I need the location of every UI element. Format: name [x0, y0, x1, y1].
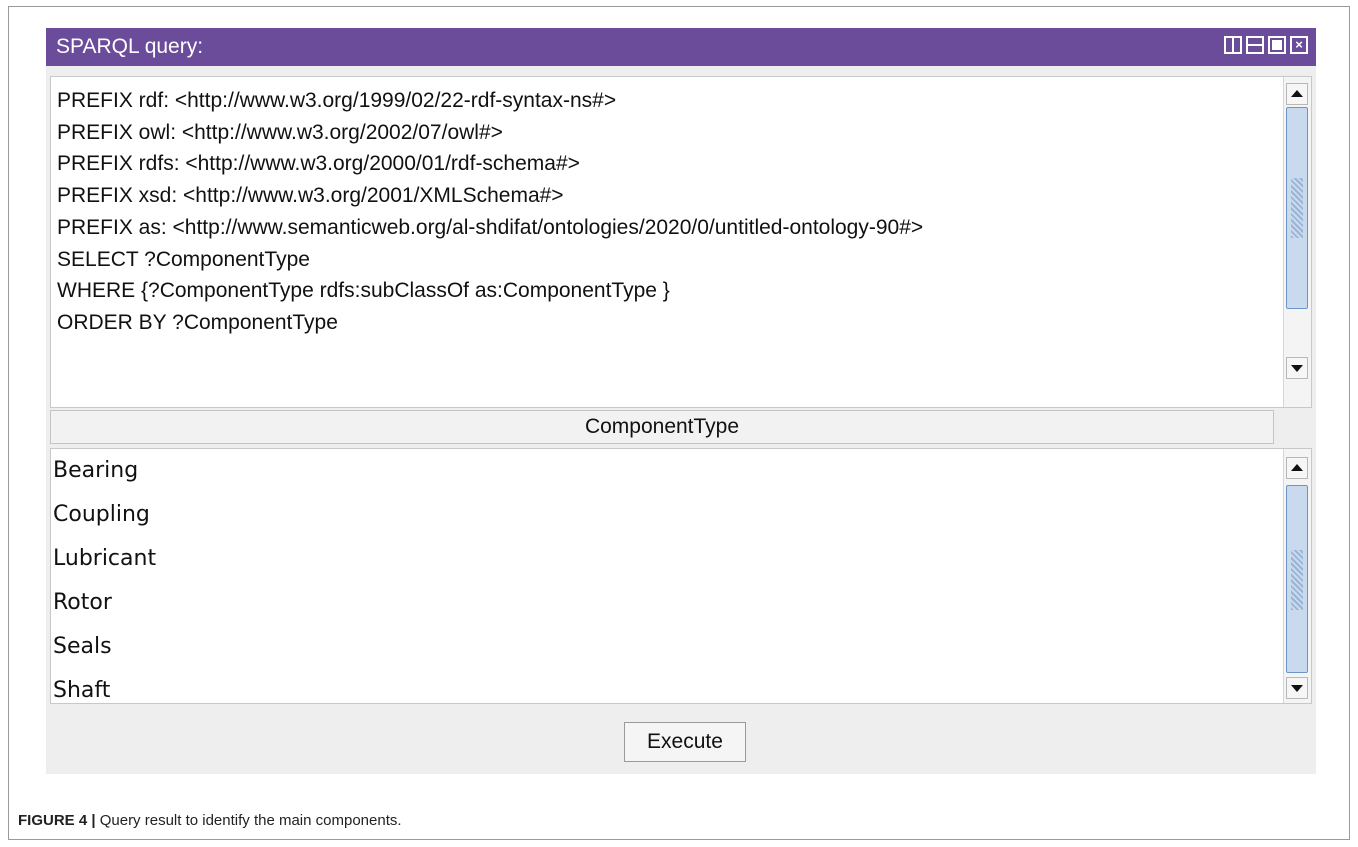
query-line: PREFIX rdfs: <http://www.w3.org/2000/01/… — [57, 152, 580, 176]
scroll-down-arrow-icon[interactable] — [1286, 677, 1308, 699]
scroll-up-arrow-icon[interactable] — [1286, 83, 1308, 105]
results-scrollbar[interactable] — [1283, 449, 1311, 703]
query-line: PREFIX owl: <http://www.w3.org/2002/07/o… — [57, 120, 503, 144]
maximize-icon[interactable] — [1268, 36, 1286, 54]
results-header: ComponentType — [50, 410, 1312, 446]
query-line: WHERE {?ComponentType rdfs:subClassOf as… — [57, 279, 670, 303]
query-editor[interactable]: PREFIX rdf: <http://www.w3.org/1999/02/2… — [50, 76, 1312, 408]
scroll-down-arrow-icon[interactable] — [1286, 357, 1308, 379]
column-header-componenttype[interactable]: ComponentType — [50, 410, 1274, 444]
close-icon[interactable]: × — [1290, 36, 1308, 54]
action-bar: Execute — [46, 706, 1316, 774]
caption-label: FIGURE 4 | — [18, 812, 96, 829]
query-line: PREFIX xsd: <http://www.w3.org/2001/XMLS… — [57, 184, 564, 208]
scroll-grip-icon — [1291, 178, 1303, 238]
sparql-query-panel: SPARQL query: × PREFIX rdf: <http://www.… — [46, 28, 1316, 774]
query-line: PREFIX rdf: <http://www.w3.org/1999/02/2… — [57, 89, 617, 112]
results-table: Bearing Coupling Lubricant Rotor Seals Shaft — [50, 448, 1312, 704]
query-scroll-thumb[interactable] — [1286, 107, 1308, 309]
scroll-up-arrow-icon[interactable] — [1286, 457, 1308, 479]
execute-button[interactable]: Execute — [624, 722, 746, 762]
figure-caption: FIGURE 4 | Query result to identify the … — [18, 812, 402, 829]
panel-titlebar: SPARQL query: × — [46, 28, 1316, 66]
query-line: SELECT ?ComponentType — [57, 247, 310, 271]
results-scroll-thumb[interactable] — [1286, 485, 1308, 673]
split-vertical-icon[interactable] — [1224, 36, 1242, 54]
table-row[interactable]: Seals — [51, 625, 1281, 669]
query-text[interactable]: PREFIX rdf: <http://www.w3.org/1999/02/2… — [57, 85, 1267, 339]
table-row[interactable]: Coupling — [51, 493, 1281, 537]
table-row[interactable]: Lubricant — [51, 537, 1281, 581]
split-horizontal-icon[interactable] — [1246, 36, 1264, 54]
query-line: ORDER BY ?ComponentType — [57, 310, 338, 334]
query-line: PREFIX as: <http://www.semanticweb.org/a… — [57, 215, 924, 239]
caption-text: Query result to identify the main compon… — [95, 812, 402, 829]
result-rows: Bearing Coupling Lubricant Rotor Seals Shaft — [51, 449, 1281, 713]
table-row[interactable]: Rotor — [51, 581, 1281, 625]
window-controls: × — [1224, 36, 1308, 56]
scroll-grip-icon — [1291, 550, 1303, 610]
table-row[interactable]: Bearing — [51, 449, 1281, 493]
query-scrollbar[interactable] — [1283, 77, 1311, 407]
panel-title: SPARQL query: — [56, 35, 204, 58]
